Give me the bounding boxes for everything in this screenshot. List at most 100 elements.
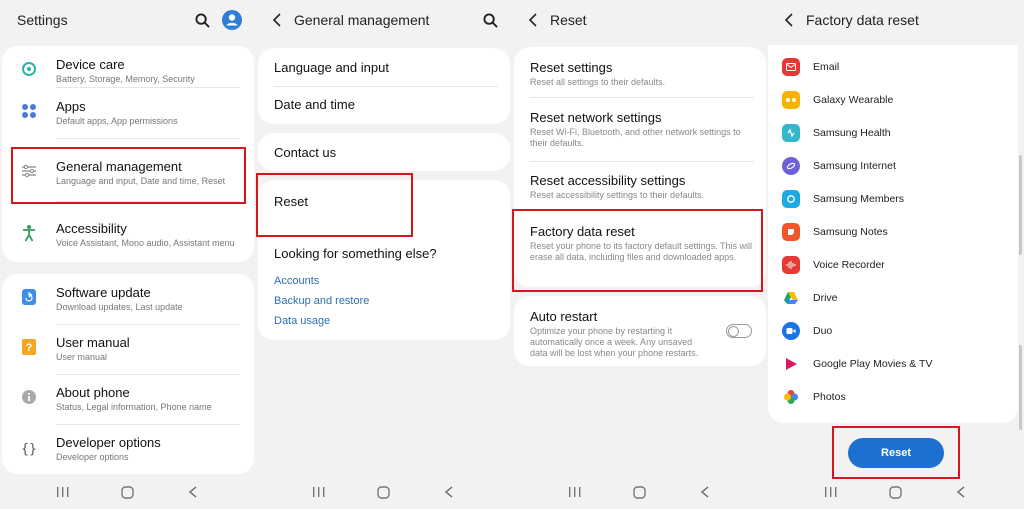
reset-item-network[interactable]: Reset network settings Reset Wi-Fi, Blue… bbox=[530, 109, 752, 149]
app-name: Samsung Members bbox=[813, 192, 905, 205]
home-icon[interactable] bbox=[630, 482, 650, 502]
item-subtitle: User manual bbox=[56, 352, 108, 362]
settings-item-apps[interactable]: Apps Default apps, App permissions bbox=[2, 88, 254, 138]
home-icon[interactable] bbox=[886, 482, 906, 502]
software-update-icon bbox=[22, 288, 36, 310]
samsung-internet-icon bbox=[782, 156, 800, 175]
app-row-drive: Drive bbox=[782, 281, 1010, 314]
settings-item-developer-options[interactable]: {} Developer options Developer options bbox=[2, 424, 254, 474]
home-icon[interactable] bbox=[374, 482, 394, 502]
user-manual-icon: ? bbox=[22, 338, 36, 360]
scrollbar-lower[interactable] bbox=[1019, 345, 1022, 430]
general-header: General management bbox=[256, 0, 512, 40]
auto-restart-toggle[interactable] bbox=[726, 324, 752, 338]
settings-item-user-manual[interactable]: ? User manual User manual bbox=[2, 324, 254, 374]
accessibility-icon bbox=[21, 224, 37, 247]
highlight-reset-button bbox=[832, 426, 960, 479]
reset-screen: Reset Reset settings Reset all settings … bbox=[512, 0, 768, 509]
link-data-usage[interactable]: Data usage bbox=[274, 315, 330, 327]
app-name: Google Play Movies & TV bbox=[813, 357, 933, 370]
app-name: Email bbox=[813, 60, 840, 73]
samsung-health-icon bbox=[782, 123, 800, 142]
highlight-general-management bbox=[11, 147, 246, 204]
svg-text:?: ? bbox=[26, 342, 33, 354]
search-icon[interactable] bbox=[195, 12, 210, 28]
auto-restart-item[interactable]: Auto restart Optimize your phone by rest… bbox=[530, 308, 710, 359]
general-item-language[interactable]: Language and input bbox=[274, 49, 498, 85]
back-arrow-icon[interactable] bbox=[524, 11, 542, 29]
item-title: Reset network settings bbox=[530, 110, 662, 125]
item-title: Apps bbox=[56, 99, 86, 114]
item-title: Reset accessibility settings bbox=[530, 173, 686, 188]
back-nav-icon[interactable] bbox=[439, 482, 459, 502]
item-title: Reset settings bbox=[530, 60, 613, 75]
photos-icon bbox=[782, 388, 800, 406]
looking-title: Looking for something else? bbox=[274, 246, 437, 261]
nav-bar bbox=[768, 475, 1024, 509]
app-row-galaxy-wearable: Galaxy Wearable bbox=[782, 83, 1010, 116]
app-name: Galaxy Wearable bbox=[813, 93, 894, 106]
app-row-samsung-health: Samsung Health bbox=[782, 116, 1010, 149]
general-card-2: Contact us bbox=[258, 133, 510, 171]
item-title: About phone bbox=[56, 385, 130, 400]
app-name: Duo bbox=[813, 324, 833, 337]
email-icon bbox=[782, 57, 800, 76]
info-icon bbox=[22, 389, 36, 409]
app-name: Photos bbox=[813, 390, 846, 403]
profile-avatar-icon[interactable] bbox=[222, 10, 242, 30]
back-nav-icon[interactable] bbox=[695, 482, 715, 502]
app-row-photos: Photos bbox=[782, 380, 1010, 413]
reset-item-reset-settings[interactable]: Reset settings Reset all settings to the… bbox=[530, 59, 752, 88]
recents-icon[interactable] bbox=[53, 482, 73, 502]
galaxy-wearable-icon bbox=[782, 90, 800, 109]
recents-icon[interactable] bbox=[309, 482, 329, 502]
item-subtitle: Developer options bbox=[56, 452, 129, 462]
item-title: Developer options bbox=[56, 435, 161, 450]
general-card-1: Language and input Date and time bbox=[258, 48, 510, 124]
item-title: Device care bbox=[56, 57, 125, 72]
general-item-date-time[interactable]: Date and time bbox=[274, 86, 498, 122]
settings-item-software-update[interactable]: Software update Download updates, Last up… bbox=[2, 274, 254, 324]
settings-card-secondary: Software update Download updates, Last up… bbox=[2, 274, 254, 474]
settings-item-about-phone[interactable]: About phone Status, Legal information, Ph… bbox=[2, 374, 254, 424]
recents-icon[interactable] bbox=[821, 482, 841, 502]
samsung-notes-icon bbox=[782, 222, 800, 241]
settings-item-accessibility[interactable]: Accessibility Voice Assistant, Mono audio… bbox=[2, 208, 254, 262]
app-row-samsung-members: Samsung Members bbox=[782, 182, 1010, 215]
nav-bar bbox=[0, 475, 256, 509]
link-accounts[interactable]: Accounts bbox=[274, 275, 319, 287]
home-icon[interactable] bbox=[118, 482, 138, 502]
apps-icon bbox=[21, 103, 37, 124]
item-subtitle: Battery, Storage, Memory, Security bbox=[56, 74, 195, 84]
settings-screen: Settings Device care Battery, Storage, Me… bbox=[0, 0, 256, 509]
app-row-voice-recorder: Voice Recorder bbox=[782, 248, 1010, 281]
factory-header: Factory data reset bbox=[768, 0, 1024, 40]
back-nav-icon[interactable] bbox=[951, 482, 971, 502]
link-backup-restore[interactable]: Backup and restore bbox=[274, 295, 369, 307]
scrollbar-upper[interactable] bbox=[1019, 155, 1022, 255]
app-row-samsung-notes: Samsung Notes bbox=[782, 215, 1010, 248]
search-icon[interactable] bbox=[483, 12, 498, 28]
braces-icon: {} bbox=[21, 441, 37, 457]
reset-item-accessibility[interactable]: Reset accessibility settings Reset acces… bbox=[530, 172, 752, 201]
item-subtitle: Status, Legal information, Phone name bbox=[56, 402, 212, 412]
app-list-card: Email Galaxy Wearable Samsung Health Sam… bbox=[768, 45, 1018, 423]
page-title: Settings bbox=[17, 12, 68, 28]
duo-icon bbox=[782, 321, 800, 340]
back-arrow-icon[interactable] bbox=[780, 11, 798, 29]
item-title: Auto restart bbox=[530, 309, 598, 324]
app-name: Drive bbox=[813, 291, 838, 304]
item-title: Software update bbox=[56, 285, 151, 300]
back-nav-icon[interactable] bbox=[183, 482, 203, 502]
recents-icon[interactable] bbox=[565, 482, 585, 502]
app-row-duo: Duo bbox=[782, 314, 1010, 347]
general-item-contact-us[interactable]: Contact us bbox=[274, 134, 498, 170]
back-arrow-icon[interactable] bbox=[268, 11, 286, 29]
nav-bar bbox=[256, 475, 512, 509]
item-title: Accessibility bbox=[56, 221, 127, 236]
app-name: Samsung Health bbox=[813, 126, 891, 139]
item-subtitle: Reset all settings to their defaults. bbox=[530, 77, 666, 87]
item-subtitle: Reset Wi-Fi, Bluetooth, and other networ… bbox=[530, 127, 741, 148]
item-subtitle: Download updates, Last update bbox=[56, 302, 183, 312]
item-subtitle: Reset accessibility settings to their de… bbox=[530, 190, 705, 200]
